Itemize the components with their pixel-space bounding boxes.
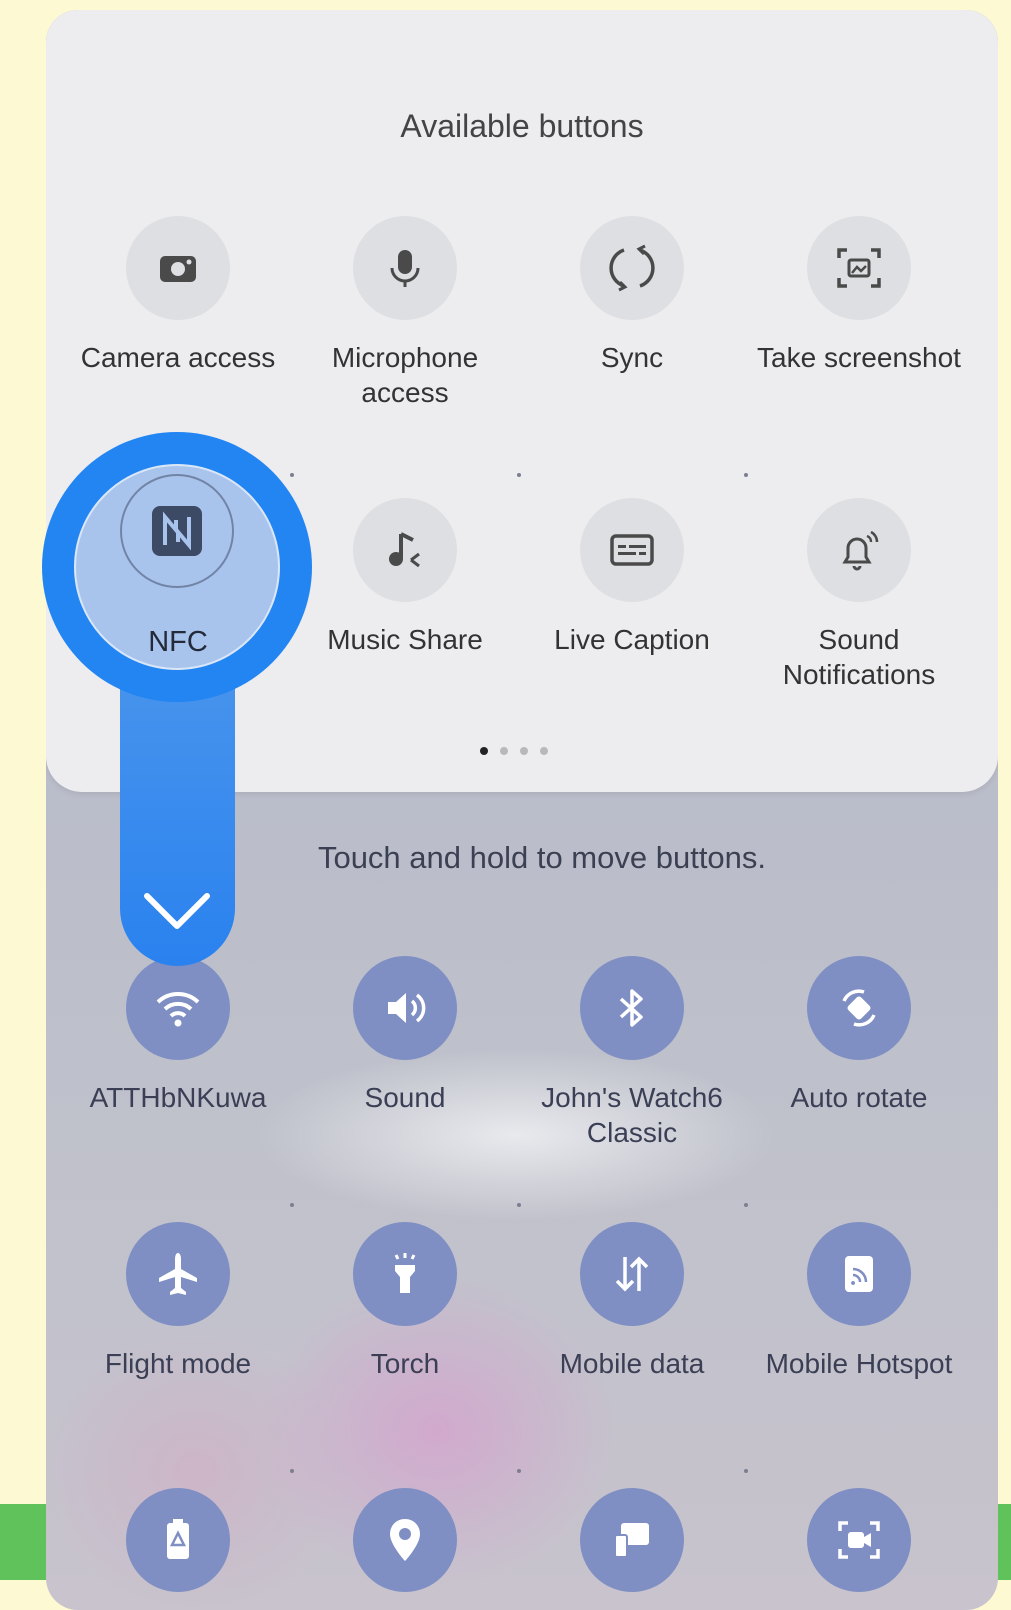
- tile-label: John's Watch6 Classic: [541, 1082, 723, 1148]
- tile-label: Mobile Hotspot: [765, 1348, 953, 1379]
- power-saving-icon: [126, 1488, 230, 1592]
- tile-label: Sound: [364, 1082, 446, 1113]
- hint-text: Touch and hold to move buttons.: [317, 840, 767, 875]
- tile-label: Music Share: [327, 624, 483, 655]
- wifi-icon: [126, 956, 230, 1060]
- tile-label: Camera access: [80, 342, 276, 373]
- bluetooth-icon: [580, 956, 684, 1060]
- grid-separator: [517, 1469, 521, 1473]
- screen-recorder-icon: [807, 1488, 911, 1592]
- grid-separator: [517, 473, 521, 477]
- location-icon: [353, 1488, 457, 1592]
- tile-label: Microphone access: [331, 342, 479, 408]
- grid-separator: [517, 1203, 521, 1207]
- nfc-icon: [120, 474, 234, 588]
- tile-label: Torch: [370, 1348, 440, 1379]
- page-indicator[interactable]: [474, 742, 554, 760]
- smart-view-icon: [580, 1488, 684, 1592]
- tile-label: ATTHbNKuwa: [89, 1082, 267, 1113]
- screenshot-icon: [807, 216, 911, 320]
- tile-label: Sync: [600, 342, 664, 373]
- tile-label: Flight mode: [104, 1348, 252, 1379]
- microphone-icon: [353, 216, 457, 320]
- camera-icon: [126, 216, 230, 320]
- grid-separator: [744, 473, 748, 477]
- airplane-icon: [126, 1222, 230, 1326]
- tile-label: Mobile data: [559, 1348, 705, 1379]
- torch-icon: [353, 1222, 457, 1326]
- grid-separator: [290, 1203, 294, 1207]
- tile-label: Auto rotate: [790, 1082, 928, 1113]
- music-share-icon: [353, 498, 457, 602]
- chevron-down-icon: [141, 888, 213, 941]
- grid-separator: [744, 1203, 748, 1207]
- tile-label: NFC: [148, 626, 208, 658]
- sound-notifications-icon: [807, 498, 911, 602]
- panel-title: Available buttons: [400, 108, 644, 144]
- grid-separator: [290, 1469, 294, 1473]
- mobile-data-icon: [580, 1222, 684, 1326]
- grid-separator: [290, 473, 294, 477]
- sync-icon: [580, 216, 684, 320]
- sound-icon: [353, 956, 457, 1060]
- tile-label: Take screenshot: [757, 342, 961, 373]
- tile-label: Live Caption: [554, 624, 710, 655]
- auto-rotate-icon: [807, 956, 911, 1060]
- live-caption-icon: [580, 498, 684, 602]
- tile-label: Sound Notifications: [782, 624, 936, 690]
- grid-separator: [744, 1469, 748, 1473]
- hotspot-icon: [807, 1222, 911, 1326]
